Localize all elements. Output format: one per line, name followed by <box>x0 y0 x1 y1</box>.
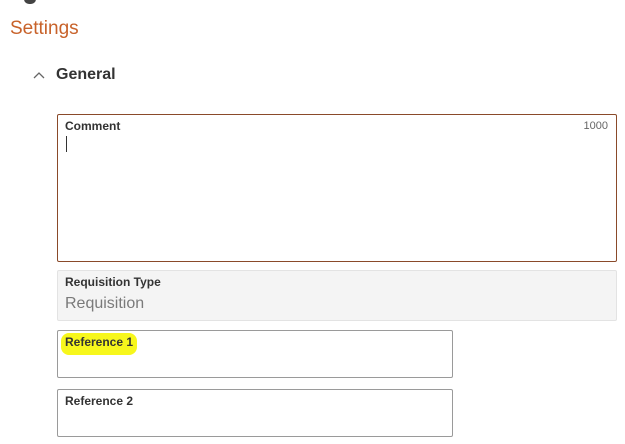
requisition-type-field: Requisition Type Requisition <box>57 270 617 321</box>
reference-1-input[interactable] <box>65 353 445 373</box>
reference-2-input[interactable] <box>65 412 445 432</box>
chevron-up-icon[interactable] <box>28 64 50 86</box>
reference-1-label: Reference 1 <box>65 335 134 349</box>
requisition-type-label: Requisition Type <box>65 275 161 289</box>
comment-label: Comment <box>65 119 121 133</box>
cropped-header-fragment <box>0 0 60 6</box>
reference-1-field[interactable]: Reference 1 <box>57 330 453 378</box>
general-section-toggle[interactable]: General <box>28 63 116 87</box>
reference-2-field[interactable]: Reference 2 <box>57 389 453 437</box>
comment-field[interactable]: Comment 1000 <box>57 114 617 262</box>
requisition-type-value: Requisition <box>65 295 145 312</box>
reference-2-label: Reference 2 <box>65 394 134 408</box>
comment-input[interactable] <box>65 135 605 253</box>
comment-char-count: 1000 <box>583 120 608 132</box>
settings-title: Settings <box>10 18 79 39</box>
general-section-label: General <box>56 66 116 83</box>
